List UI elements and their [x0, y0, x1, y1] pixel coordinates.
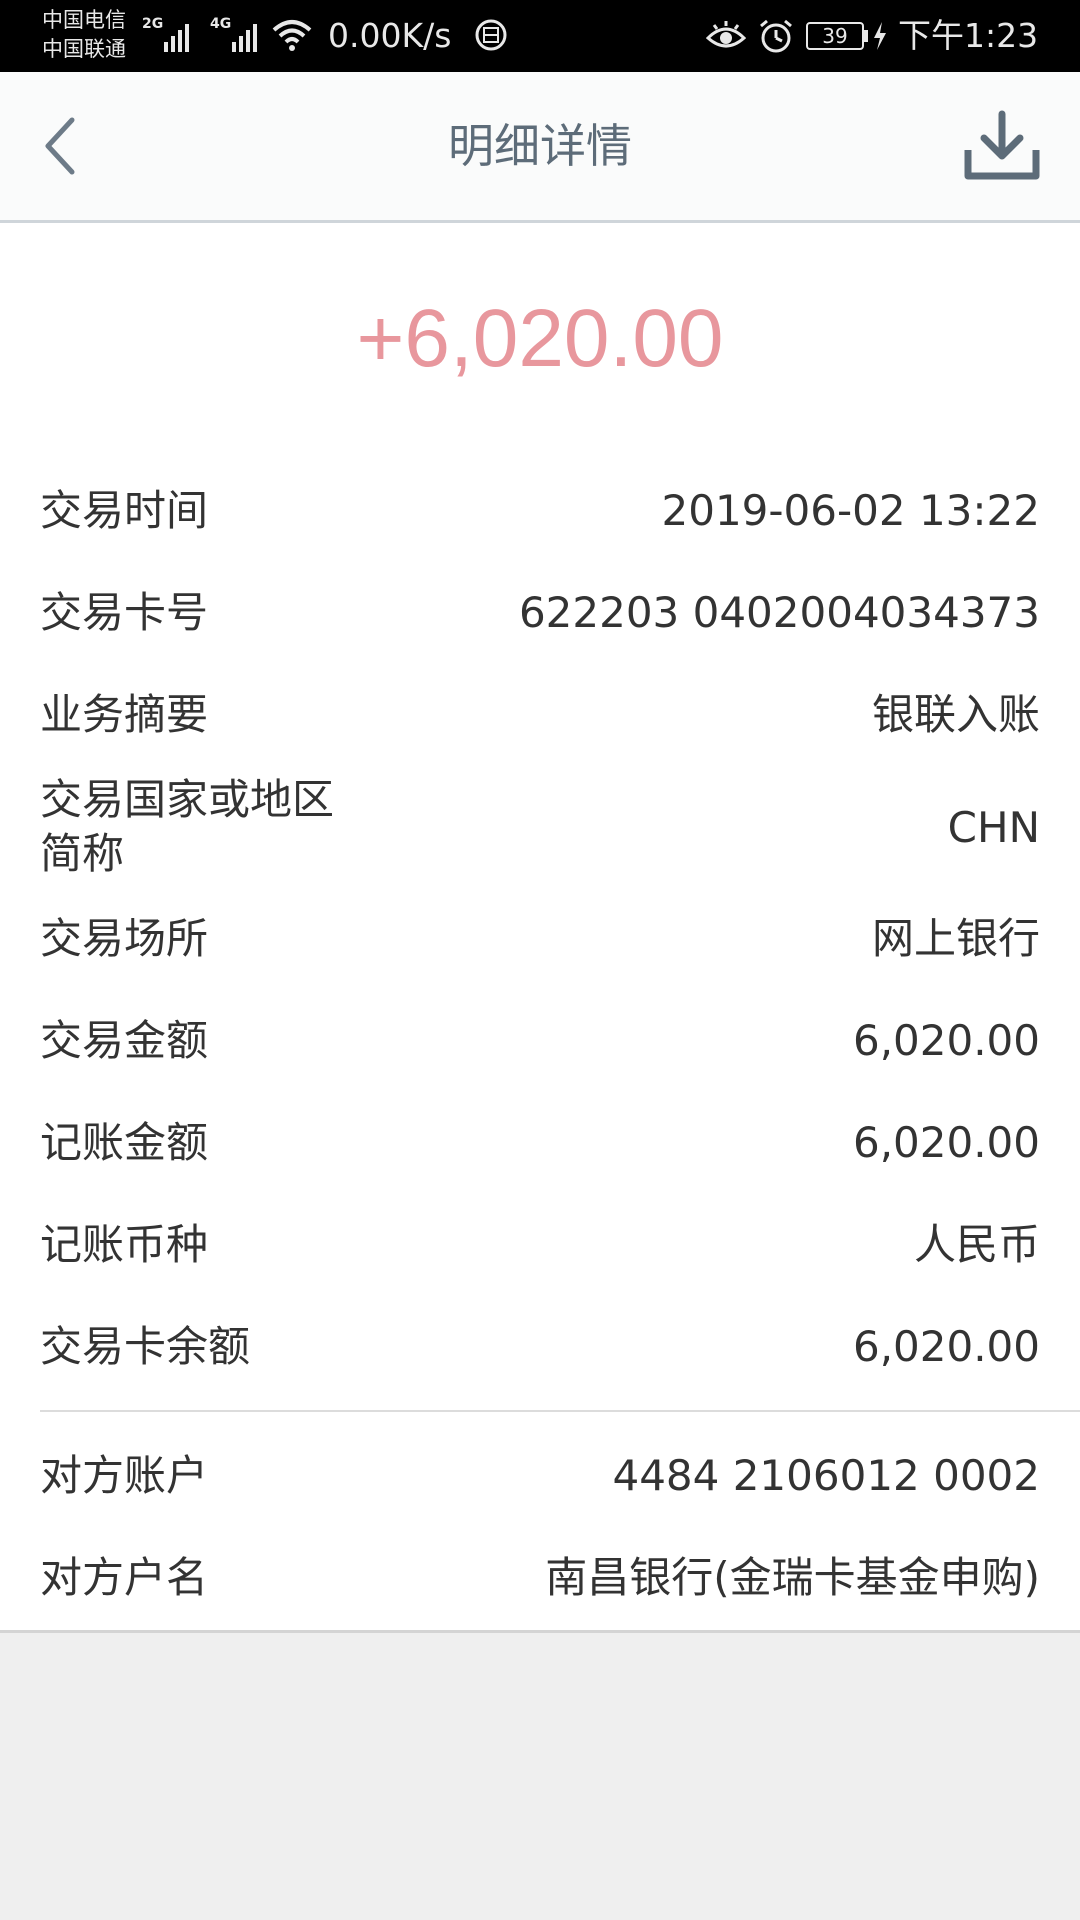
- eye-comfort-icon: [706, 21, 746, 48]
- section-divider: [40, 1410, 1080, 1412]
- download-icon: [964, 110, 1040, 180]
- row-value: 622203 0402004034373: [518, 588, 1040, 637]
- page-title: 明细详情: [448, 119, 632, 173]
- status-bar: 中国电信 中国联通 2G 4G 0.00K/s 39 下午1:23: [0, 0, 1080, 72]
- row-label: 业务摘要: [40, 690, 209, 739]
- transaction-detail-card: +6,020.00 交易时间 2019-06-02 13:22 交易卡号 622…: [0, 223, 1080, 1633]
- battery-indicator: 39: [806, 22, 864, 50]
- transaction-amount: +6,020.00: [356, 293, 724, 384]
- row-value: 2019-06-02 13:22: [661, 486, 1040, 535]
- header-bar: 明细详情: [0, 72, 1080, 223]
- row-value: 4484 2106012 0002: [612, 1451, 1040, 1500]
- signal-bars-icon: [232, 24, 257, 52]
- data-saver-icon: [475, 19, 507, 51]
- wifi-icon: [272, 20, 312, 51]
- network-speed: 0.00K/s: [328, 16, 452, 55]
- status-time: 下午1:23: [898, 16, 1039, 55]
- signal-bars-icon: [164, 24, 189, 52]
- row-value: 银联入账: [871, 690, 1040, 739]
- row-label: 交易时间: [40, 486, 209, 535]
- row-value: CHN: [947, 803, 1040, 852]
- row-value: 网上银行: [871, 914, 1040, 963]
- network-type-2: 4G: [210, 16, 232, 32]
- carrier-1: 中国电信: [42, 8, 126, 32]
- row-label: 记账金额: [40, 1118, 209, 1167]
- row-value: 6,020.00: [852, 1118, 1040, 1167]
- row-label: 交易场所: [40, 914, 209, 963]
- download-button[interactable]: [962, 110, 1042, 182]
- row-label: 对方户名: [40, 1553, 209, 1602]
- carrier-2: 中国联通: [42, 37, 126, 61]
- row-value: 人民币: [913, 1220, 1040, 1269]
- network-type-1: 2G: [142, 16, 164, 32]
- battery-cap: [864, 30, 868, 42]
- row-value: 6,020.00: [852, 1016, 1040, 1065]
- row-label: 交易卡余额: [40, 1322, 251, 1371]
- row-label: 交易卡号: [40, 588, 209, 637]
- row-value: 6,020.00: [852, 1322, 1040, 1371]
- row-label: 交易国家或地区简称: [40, 775, 335, 878]
- row-label: 交易金额: [40, 1016, 209, 1065]
- row-value: 南昌银行(金瑞卡基金申购): [545, 1553, 1040, 1602]
- alarm-icon: [760, 19, 792, 53]
- row-label: 记账币种: [40, 1220, 209, 1269]
- carrier-info: 中国电信 中国联通: [42, 6, 142, 64]
- charging-bolt-icon: [874, 22, 886, 50]
- row-label: 对方账户: [40, 1451, 209, 1500]
